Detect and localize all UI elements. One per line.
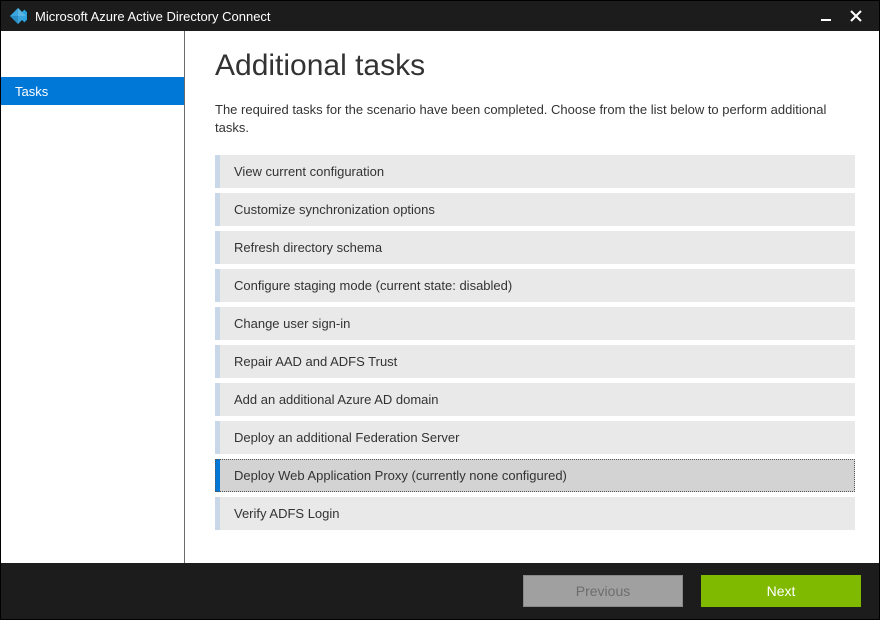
page-title: Additional tasks	[215, 49, 855, 83]
task-item-label: Change user sign-in	[234, 316, 350, 331]
sidebar-item-label: Tasks	[15, 84, 48, 99]
task-item-label: View current configuration	[234, 164, 384, 179]
task-item-label: Customize synchronization options	[234, 202, 435, 217]
task-item-label: Configure staging mode (current state: d…	[234, 278, 512, 293]
task-item[interactable]: Customize synchronization options	[215, 193, 855, 226]
task-item[interactable]: Add an additional Azure AD domain	[215, 383, 855, 416]
close-button[interactable]	[841, 1, 871, 31]
task-list: View current configuration Customize sync…	[215, 155, 855, 530]
previous-button[interactable]: Previous	[523, 575, 683, 607]
task-item[interactable]: Verify ADFS Login	[215, 497, 855, 530]
task-item[interactable]: View current configuration	[215, 155, 855, 188]
azure-ad-connect-icon	[9, 7, 27, 25]
task-item[interactable]: Refresh directory schema	[215, 231, 855, 264]
body-area: Tasks Additional tasks The required task…	[1, 31, 879, 563]
task-item[interactable]: Deploy Web Application Proxy (currently …	[215, 459, 855, 492]
sidebar-item-tasks[interactable]: Tasks	[1, 77, 184, 105]
page-description: The required tasks for the scenario have…	[215, 101, 855, 137]
task-item-label: Repair AAD and ADFS Trust	[234, 354, 397, 369]
app-window: Microsoft Azure Active Directory Connect…	[0, 0, 880, 620]
task-item-label: Add an additional Azure AD domain	[234, 392, 439, 407]
task-item[interactable]: Configure staging mode (current state: d…	[215, 269, 855, 302]
main-panel: Additional tasks The required tasks for …	[185, 31, 879, 563]
footer-bar: Previous Next	[1, 563, 879, 619]
sidebar: Tasks	[1, 31, 185, 563]
task-item-label: Verify ADFS Login	[234, 506, 340, 521]
task-item[interactable]: Change user sign-in	[215, 307, 855, 340]
next-button[interactable]: Next	[701, 575, 861, 607]
minimize-button[interactable]	[811, 1, 841, 31]
task-item-label: Deploy Web Application Proxy (currently …	[234, 468, 567, 483]
titlebar: Microsoft Azure Active Directory Connect	[1, 1, 879, 31]
task-item-label: Refresh directory schema	[234, 240, 382, 255]
task-item-label: Deploy an additional Federation Server	[234, 430, 459, 445]
task-item[interactable]: Deploy an additional Federation Server	[215, 421, 855, 454]
window-title: Microsoft Azure Active Directory Connect	[35, 9, 811, 24]
task-item[interactable]: Repair AAD and ADFS Trust	[215, 345, 855, 378]
